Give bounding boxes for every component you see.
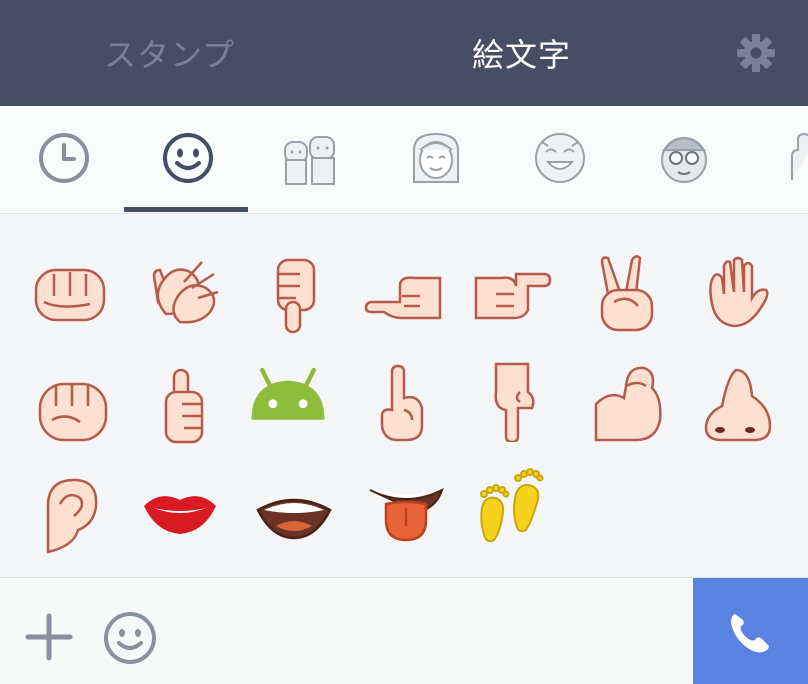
open-hand-icon[interactable] [700,254,780,334]
smiley-icon[interactable] [160,130,216,186]
point-left-icon[interactable] [362,256,442,336]
thumbs-down-icon[interactable] [256,256,336,336]
tab-stamp[interactable]: スタンプ [104,30,235,76]
emoji-category-bar [0,106,808,214]
woman-face-icon[interactable] [408,130,464,186]
point-up-icon[interactable] [362,364,442,444]
android-icon[interactable] [248,362,328,442]
clapping-hands-icon[interactable] [144,252,224,332]
grin-face-icon[interactable] [532,130,588,186]
point-down-icon[interactable] [474,362,554,442]
tongue-icon[interactable] [366,474,446,554]
raised-fist-icon[interactable] [32,366,112,446]
flexed-biceps-icon[interactable] [590,364,670,444]
header: スタンプ 絵文字 [0,0,808,106]
smiley-icon[interactable] [102,610,158,666]
phone-icon [731,614,769,653]
selected-category-indicator [124,207,248,212]
clock-icon[interactable] [36,130,92,186]
plus-icon[interactable] [24,612,74,662]
hand-icon[interactable] [782,130,808,186]
emoji-grid [0,214,808,577]
thumbs-up-icon[interactable] [146,366,226,446]
mouth-icon[interactable] [254,476,334,556]
ear-icon[interactable] [34,476,114,556]
nose-icon[interactable] [702,366,782,446]
cap-boy-icon[interactable] [656,130,712,186]
lips-icon[interactable] [140,476,220,556]
victory-hand-icon[interactable] [588,254,668,334]
tab-emoji[interactable]: 絵文字 [472,30,571,76]
couple-icon[interactable] [282,130,338,186]
call-button[interactable] [693,578,808,684]
fist-icon[interactable] [30,254,110,334]
footprints-icon[interactable] [474,468,554,548]
gear-icon[interactable] [736,33,776,73]
input-bar [0,577,808,684]
point-right-icon[interactable] [474,256,554,336]
